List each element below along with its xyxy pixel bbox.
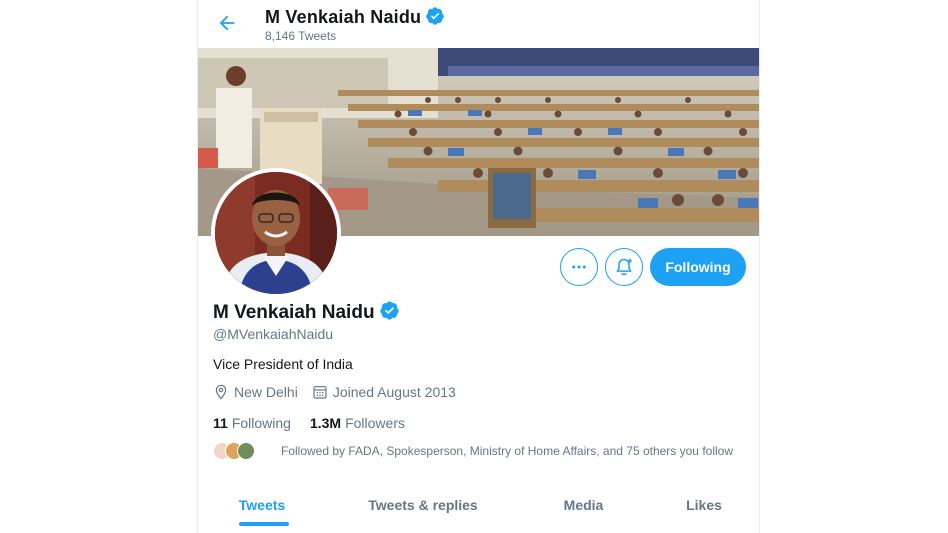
profile-header: M Venkaiah Naidu 8,146 Tweets xyxy=(198,0,759,48)
profile-meta: New Delhi Joined August 2013 xyxy=(213,384,456,400)
more-dots-icon xyxy=(572,265,586,269)
profile-bio: Vice President of India xyxy=(213,356,353,372)
verified-badge-icon xyxy=(426,7,444,25)
header-title: M Venkaiah Naidu xyxy=(265,6,445,28)
verified-badge-icon xyxy=(379,301,399,320)
profile-joined: Joined August 2013 xyxy=(332,384,456,400)
notifications-button[interactable] xyxy=(605,248,643,286)
tab-tweets[interactable]: Tweets xyxy=(198,482,326,528)
following-stat[interactable]: 11 Following xyxy=(213,415,291,431)
notification-bell-icon xyxy=(616,258,632,276)
active-tab-indicator xyxy=(239,522,289,526)
tab-label: Likes xyxy=(686,497,722,513)
profile-name-row: M Venkaiah Naidu xyxy=(213,300,400,324)
header-name: M Venkaiah Naidu xyxy=(265,7,422,27)
followers-label: Followers xyxy=(345,415,405,431)
location-pin-icon xyxy=(215,384,227,400)
profile-handle: @MVenkaiahNaidu xyxy=(213,326,334,342)
tab-label: Tweets & replies xyxy=(368,497,478,513)
followers-count: 1.3M xyxy=(309,415,342,431)
more-options-button[interactable] xyxy=(560,248,598,286)
back-arrow-icon[interactable] xyxy=(216,12,238,34)
profile-stats: 11 Following 1.3M Followers xyxy=(213,415,424,431)
calendar-icon xyxy=(313,386,327,399)
tab-likes[interactable]: Likes xyxy=(647,482,759,528)
following-button[interactable]: Following xyxy=(650,248,746,286)
followed-by-text: Followed by FADA, Spokesperson, Ministry… xyxy=(281,444,733,458)
following-count: 11 xyxy=(213,415,228,431)
profile-avatar[interactable] xyxy=(211,168,341,298)
profile-tabs: Tweets Tweets & replies Media Likes xyxy=(198,482,759,528)
follower-avatar xyxy=(237,442,255,460)
screenshot-frame: M Venkaiah Naidu 8,146 Tweets Following … xyxy=(0,0,948,533)
tab-tweets-replies[interactable]: Tweets & replies xyxy=(326,482,520,528)
followed-by-row[interactable]: Followed by FADA, Spokesperson, Ministry… xyxy=(213,442,733,460)
avatar-portrait-illustration xyxy=(215,172,337,294)
profile-name: M Venkaiah Naidu xyxy=(213,302,375,323)
profile-location: New Delhi xyxy=(234,384,298,400)
tab-label: Media xyxy=(563,497,604,513)
tab-label: Tweets xyxy=(238,497,286,513)
tab-media[interactable]: Media xyxy=(520,482,647,528)
tweet-count: 8,146 Tweets xyxy=(265,29,337,43)
followers-stat[interactable]: 1.3M Followers xyxy=(310,415,405,431)
profile-panel: M Venkaiah Naidu 8,146 Tweets Following … xyxy=(197,0,760,533)
following-label: Following xyxy=(231,415,291,431)
